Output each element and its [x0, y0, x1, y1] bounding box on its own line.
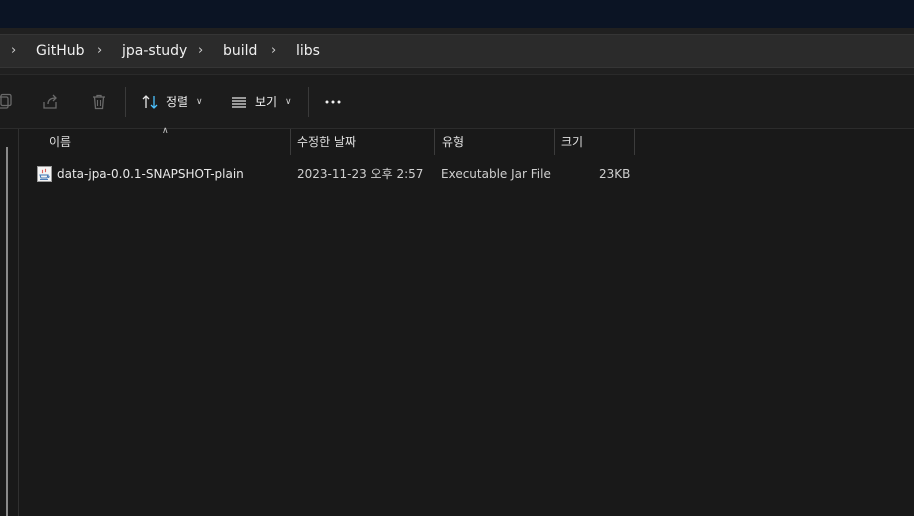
- file-size: 23KB: [599, 167, 631, 181]
- column-header-type[interactable]: 유형: [442, 129, 464, 155]
- column-header-date[interactable]: 수정한 날짜: [297, 129, 356, 155]
- column-divider[interactable]: [634, 129, 635, 155]
- toolbar-separator: [308, 87, 309, 117]
- navigation-scrollbar[interactable]: [6, 147, 8, 516]
- chevron-right-icon[interactable]: ›: [271, 35, 276, 67]
- chevron-down-icon[interactable]: ∨: [196, 92, 203, 112]
- chevron-right-icon[interactable]: ›: [97, 35, 102, 67]
- command-bar: 정렬 ∨ 보기 ∨: [0, 74, 914, 129]
- address-bar: › GitHub › jpa-study › build › libs: [0, 28, 914, 74]
- breadcrumb-item-jpa-study[interactable]: jpa-study: [122, 35, 187, 67]
- column-divider[interactable]: [290, 129, 291, 155]
- delete-icon[interactable]: [89, 92, 109, 112]
- chevron-right-icon[interactable]: ›: [198, 35, 203, 67]
- sort-button[interactable]: 정렬: [166, 92, 188, 112]
- view-list-icon[interactable]: [229, 92, 249, 112]
- column-header-name[interactable]: 이름: [49, 129, 71, 155]
- column-divider[interactable]: [554, 129, 555, 155]
- file-date: 2023-11-23 오후 2:57: [297, 167, 424, 181]
- breadcrumb[interactable]: › GitHub › jpa-study › build › libs: [0, 34, 914, 68]
- navigation-pane-divider[interactable]: [18, 129, 19, 516]
- breadcrumb-item-build[interactable]: build: [223, 35, 257, 67]
- file-list-pane: ∧ 이름 수정한 날짜 유형 크기 data-jpa-0.0.1-SNAPSHO…: [0, 126, 914, 516]
- file-type: Executable Jar File: [441, 167, 551, 181]
- toolbar-separator: [125, 87, 126, 117]
- view-button[interactable]: 보기: [255, 92, 277, 112]
- more-icon[interactable]: [323, 92, 343, 112]
- breadcrumb-item-github[interactable]: GitHub: [36, 35, 85, 67]
- jar-file-icon: [37, 166, 52, 182]
- sort-icon[interactable]: [140, 92, 160, 112]
- copy-icon[interactable]: [0, 92, 14, 112]
- column-header-size[interactable]: 크기: [561, 129, 583, 155]
- file-name[interactable]: data-jpa-0.0.1-SNAPSHOT-plain: [57, 164, 244, 184]
- chevron-down-icon[interactable]: ∨: [285, 92, 292, 112]
- share-icon[interactable]: [41, 92, 61, 112]
- window-titlebar: [0, 0, 914, 28]
- column-divider[interactable]: [434, 129, 435, 155]
- chevron-right-icon[interactable]: ›: [11, 35, 16, 67]
- breadcrumb-item-libs[interactable]: libs: [296, 35, 320, 67]
- sort-ascending-icon: ∧: [162, 126, 169, 136]
